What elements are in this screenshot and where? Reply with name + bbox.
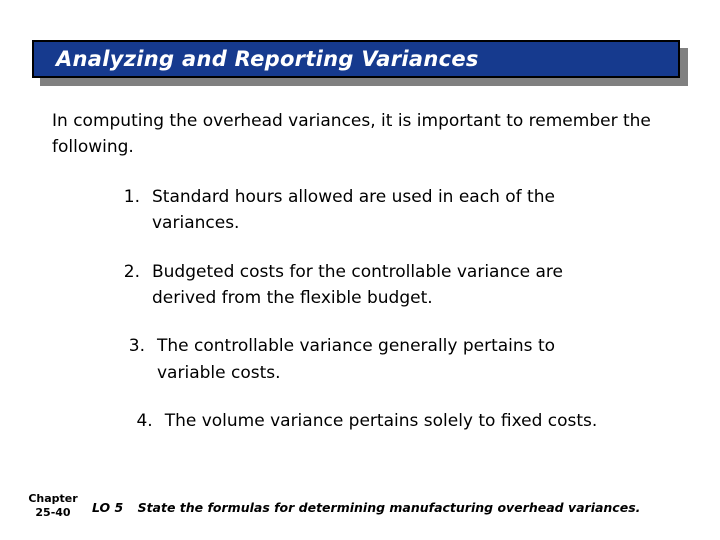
- numbered-list: 1. Standard hours allowed are used in ea…: [0, 184, 720, 456]
- list-item-text: The volume variance pertains solely to f…: [164, 411, 598, 432]
- title-bar-panel: Analyzing and Reporting Variances: [32, 40, 680, 78]
- learning-objective-text: State the formulas for determining manuf…: [137, 500, 641, 515]
- list-item-text: The controllable variance generally pert…: [157, 336, 556, 383]
- slide-title-bar: Analyzing and Reporting Variances: [32, 40, 688, 86]
- chapter-label: Chapter: [28, 492, 78, 505]
- list-item: 4. The volume variance pertains solely t…: [0, 408, 720, 434]
- list-item: 1. Standard hours allowed are used in ea…: [0, 184, 720, 237]
- learning-objective: LO 5 State the formulas for determining …: [92, 500, 640, 515]
- list-item-number: 3.: [128, 336, 145, 357]
- learning-objective-tag: LO 5: [92, 500, 124, 515]
- list-item: 2. Budgeted costs for the controllable v…: [0, 259, 720, 312]
- list-item-text: Budgeted costs for the controllable vari…: [152, 261, 563, 309]
- chapter-number: 25-40: [35, 505, 71, 519]
- chapter-marker: Chapter 25-40: [22, 492, 84, 520]
- list-item-number: 2.: [123, 261, 140, 282]
- intro-paragraph: In computing the overhead variances, it …: [52, 111, 651, 158]
- page-title: Analyzing and Reporting Variances: [56, 47, 479, 71]
- list-item-number: 1.: [123, 187, 140, 207]
- list-item-number: 4.: [136, 411, 153, 432]
- list-item-text: Standard hours allowed are used in each …: [152, 187, 555, 234]
- list-item: 3. The controllable variance generally p…: [0, 333, 720, 386]
